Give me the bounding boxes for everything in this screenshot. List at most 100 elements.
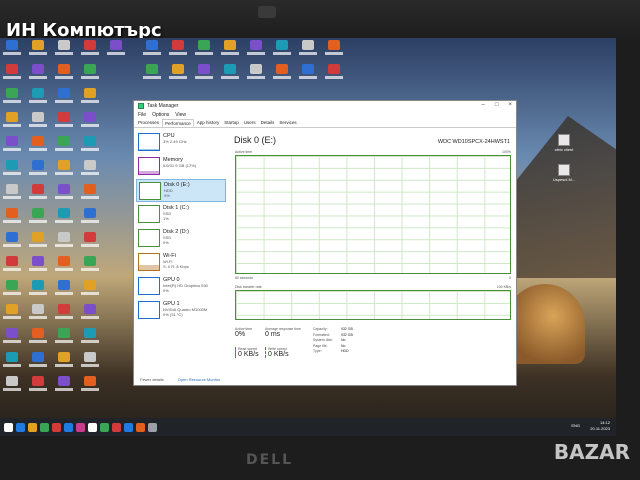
- desktop-shortcut-icon[interactable]: [194, 64, 214, 86]
- desktop-shortcut-icon[interactable]: [28, 184, 48, 206]
- desktop-shortcut-icon[interactable]: [80, 112, 100, 134]
- desktop-shortcut-icon[interactable]: [2, 64, 22, 86]
- language-indicator[interactable]: ENG: [571, 423, 580, 429]
- desktop-shortcut-icon[interactable]: [168, 64, 188, 86]
- sidebar-item-gpu-0[interactable]: GPU 0 Intel(R) HD Graphics 530 0%: [136, 275, 226, 298]
- desktop-shortcut-icon[interactable]: [54, 136, 74, 158]
- minimize-icon[interactable]: –: [482, 102, 485, 108]
- desktop-shortcut-icon[interactable]: [28, 304, 48, 326]
- desktop-shortcut-icon[interactable]: [54, 328, 74, 350]
- tab-performance[interactable]: Performance: [162, 119, 194, 127]
- desktop-shortcut-icon[interactable]: [80, 328, 100, 350]
- menu-view[interactable]: View: [175, 112, 186, 118]
- start-button-icon[interactable]: [4, 422, 13, 432]
- desktop-shortcut-icon[interactable]: [272, 64, 292, 86]
- desktop-shortcut-icon[interactable]: [2, 304, 22, 326]
- tab-details[interactable]: Details: [259, 119, 277, 127]
- desktop-shortcut-icon[interactable]: [2, 160, 22, 182]
- desktop-shortcut-icon[interactable]: [2, 328, 22, 350]
- desktop-shortcut-icon[interactable]: [2, 184, 22, 206]
- taskbar-app-icon[interactable]: [136, 422, 145, 432]
- desktop-shortcut-icon[interactable]: [54, 160, 74, 182]
- desktop-shortcut-icon[interactable]: [28, 352, 48, 374]
- sidebar-item-gpu-1[interactable]: GPU 1 NVIDIA Quadro M1000M 0% (31 °C): [136, 299, 226, 322]
- desktop-shortcut-icon[interactable]: [80, 280, 100, 302]
- desktop-shortcut-icon[interactable]: [28, 160, 48, 182]
- desktop-shortcut-icon[interactable]: [54, 208, 74, 230]
- desktop-shortcut-icon[interactable]: [80, 208, 100, 230]
- desktop-shortcut-icon[interactable]: [246, 40, 266, 62]
- desktop-shortcut-icon[interactable]: [142, 40, 162, 62]
- sidebar-item-memory[interactable]: Memory 5.6/31.9 GB (17%): [136, 155, 226, 178]
- desktop-shortcut-icon[interactable]: [2, 88, 22, 110]
- clock-date[interactable]: 20.11.2023: [590, 426, 610, 432]
- taskbar-app-icon[interactable]: [64, 422, 73, 432]
- desktop-shortcut-icon[interactable]: [106, 40, 126, 62]
- taskbar-app-icon[interactable]: [112, 422, 121, 432]
- desktop-shortcut-icon[interactable]: [298, 40, 318, 62]
- desktop-shortcut-icon[interactable]: [80, 40, 100, 62]
- maximize-icon[interactable]: □: [495, 102, 499, 108]
- tab-startup[interactable]: Startup: [222, 119, 241, 127]
- tab-processes[interactable]: Processes: [136, 119, 161, 127]
- desktop-shortcut-icon[interactable]: [28, 256, 48, 278]
- desktop-shortcut-icon[interactable]: [2, 208, 22, 230]
- desktop-shortcut-icon[interactable]: [28, 40, 48, 62]
- taskbar-app-icon[interactable]: [40, 422, 49, 432]
- desktop-shortcut-icon[interactable]: [80, 232, 100, 254]
- menu-options[interactable]: Options: [152, 112, 169, 118]
- desktop-shortcut-icon[interactable]: [28, 280, 48, 302]
- desktop-shortcut-icon[interactable]: [2, 136, 22, 158]
- desktop-shortcut-icon[interactable]: [246, 64, 266, 86]
- desktop-shortcut-icon[interactable]: [54, 64, 74, 86]
- desktop-shortcut-icon[interactable]: [220, 64, 240, 86]
- desktop-shortcut-icon[interactable]: [28, 136, 48, 158]
- desktop-shortcut-icon[interactable]: [28, 232, 48, 254]
- desktop-shortcut-icon[interactable]: [2, 40, 22, 62]
- desktop-shortcut-icon[interactable]: [220, 40, 240, 62]
- taskbar-app-icon[interactable]: [28, 422, 37, 432]
- desktop-shortcut-icon[interactable]: [28, 328, 48, 350]
- desktop-shortcut-icon[interactable]: [54, 304, 74, 326]
- desktop-shortcut-icon[interactable]: [54, 40, 74, 62]
- desktop-shortcut-icon[interactable]: [272, 40, 292, 62]
- desktop-shortcut-icon[interactable]: [54, 256, 74, 278]
- desktop-shortcut-icon[interactable]: [2, 256, 22, 278]
- desktop-shortcut-icon[interactable]: [80, 88, 100, 110]
- menu-file[interactable]: File: [138, 112, 146, 118]
- desktop-shortcut-icon[interactable]: [28, 376, 48, 398]
- taskbar-app-icon[interactable]: [88, 422, 97, 432]
- desktop-shortcut-icon[interactable]: [80, 64, 100, 86]
- desktop-shortcut-icon[interactable]: [80, 256, 100, 278]
- sidebar-item-wi-fi[interactable]: Wi-Fi Wi-Fi S: 0 R: 8 Kbps: [136, 251, 226, 274]
- desktop-shortcut-icon[interactable]: [54, 88, 74, 110]
- tab-services[interactable]: Services: [277, 119, 298, 127]
- desktop-shortcut-icon[interactable]: [28, 64, 48, 86]
- tab-app-history[interactable]: App history: [195, 119, 222, 127]
- taskbar-app-icon[interactable]: [124, 422, 133, 432]
- open-resource-monitor-link[interactable]: Open Resource Monitor: [178, 377, 220, 382]
- desktop-shortcut-icon[interactable]: [54, 184, 74, 206]
- taskbar-app-icon[interactable]: [16, 422, 25, 432]
- sidebar-item-disk-0-e[interactable]: Disk 0 (E:) HDD 0%: [136, 179, 226, 202]
- desktop-shortcut-icon[interactable]: [80, 352, 100, 374]
- sidebar-item-disk-1-c[interactable]: Disk 1 (C:) SSD 1%: [136, 203, 226, 226]
- desktop-shortcut-icon[interactable]: [80, 160, 100, 182]
- tab-users[interactable]: Users: [242, 119, 258, 127]
- desktop-shortcut-icon[interactable]: [80, 376, 100, 398]
- taskbar-app-icon[interactable]: [148, 422, 157, 432]
- desktop-icon-citrix[interactable]: citrix client: [544, 134, 584, 152]
- desktop-shortcut-icon[interactable]: [142, 64, 162, 86]
- desktop-shortcut-icon[interactable]: [54, 112, 74, 134]
- desktop-shortcut-icon[interactable]: [2, 232, 22, 254]
- desktop-shortcut-icon[interactable]: [2, 280, 22, 302]
- desktop-shortcut-icon[interactable]: [80, 136, 100, 158]
- desktop-shortcut-icon[interactable]: [168, 40, 188, 62]
- desktop-shortcut-icon[interactable]: [54, 352, 74, 374]
- desktop-shortcut-icon[interactable]: [28, 112, 48, 134]
- desktop-shortcut-icon[interactable]: [28, 208, 48, 230]
- close-icon[interactable]: ×: [508, 102, 512, 108]
- desktop-shortcut-icon[interactable]: [80, 304, 100, 326]
- sidebar-item-disk-2-d[interactable]: Disk 2 (D:) SSD 0%: [136, 227, 226, 250]
- desktop-shortcut-icon[interactable]: [194, 40, 214, 62]
